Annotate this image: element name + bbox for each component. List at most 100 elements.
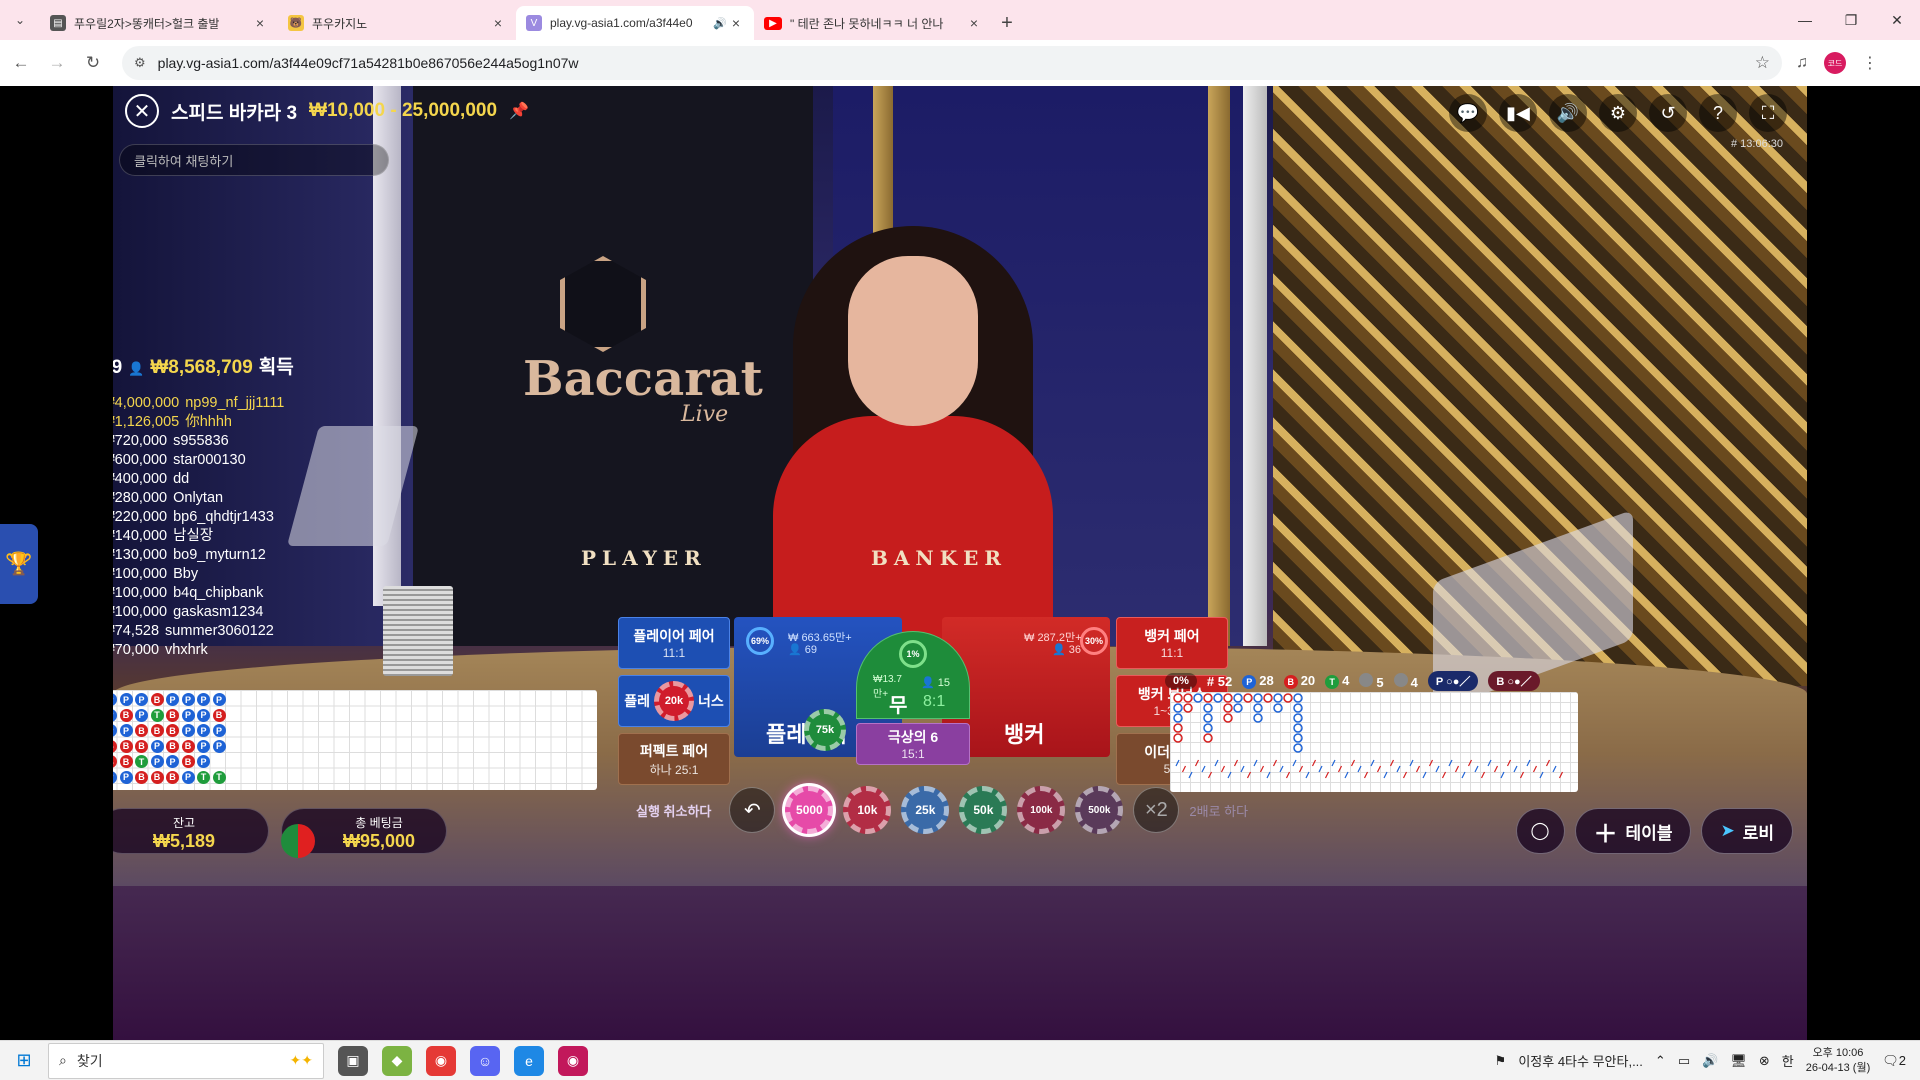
tab-close-icon[interactable]: × xyxy=(252,15,268,31)
chip-500k[interactable]: 500k xyxy=(1075,786,1124,834)
settings-gear-icon[interactable]: ⚙ xyxy=(1599,94,1637,132)
winner-row: ₩600,000 star000130 xyxy=(113,451,361,470)
big-road-mark xyxy=(1263,693,1273,703)
chat-icon[interactable]: 💬 xyxy=(1449,94,1487,132)
derived-road-mark xyxy=(1285,771,1291,779)
winner-row: ₩70,000 vhxhrk xyxy=(113,641,361,660)
game-header: ✕ 스피드 바카라 3 ₩10,000 - 25,000,000 📌 xyxy=(125,94,529,128)
media-control-icon[interactable]: ♫ xyxy=(1796,54,1808,72)
derived-road-mark xyxy=(1181,765,1187,773)
close-game-button[interactable]: ✕ xyxy=(125,94,159,128)
video-icon[interactable]: ▮◀ xyxy=(1499,94,1537,132)
game-viewport: Baccarat Live PLAYER BANKER ✕ 스피드 바카라 3 … xyxy=(113,86,1807,1040)
tab-title: 푸우카지노 xyxy=(312,16,368,31)
derived-road-mark xyxy=(1188,771,1193,779)
big-road-mark xyxy=(1253,703,1263,713)
tables-button[interactable]: ＋ 테이블 xyxy=(1574,808,1692,854)
sound-icon[interactable]: 🔊 xyxy=(1549,94,1587,132)
minimize-icon[interactable]: — xyxy=(1782,0,1828,40)
derived-road-mark xyxy=(1376,765,1382,773)
winner-row: ₩130,000 bo9_myturn12 xyxy=(113,546,361,565)
fullscreen-icon[interactable]: ⛶ xyxy=(1749,94,1787,132)
discord-icon[interactable]: ☺ xyxy=(470,1045,500,1076)
big-road-mark xyxy=(1223,703,1233,713)
bead: B xyxy=(135,770,148,784)
forward-arrow-icon[interactable]: → xyxy=(42,48,72,78)
chip-5000[interactable]: 5000 xyxy=(785,786,834,834)
tab-close-icon[interactable]: × xyxy=(490,15,506,31)
bead: P xyxy=(119,724,133,737)
winners-total: ₩8,568,709 xyxy=(150,357,253,378)
winner-name: summer3060122 xyxy=(165,623,274,639)
chip-100k[interactable]: 100k xyxy=(1017,786,1066,834)
banker-predict-button[interactable]: B ○●／ xyxy=(1488,671,1540,691)
lobby-button[interactable]: ➤ 로비 xyxy=(1701,808,1793,854)
ime-indicator[interactable]: 한 xyxy=(1782,1051,1794,1070)
big-road[interactable] xyxy=(1170,692,1578,792)
derived-road-mark xyxy=(1279,765,1284,773)
big-road-mark xyxy=(1203,703,1213,713)
site-info-icon[interactable]: ⚙ xyxy=(134,55,146,71)
banker-pair-bet[interactable]: 뱅커 페어 11:1 xyxy=(1116,617,1228,669)
tray-chevron-icon[interactable]: ⌃ xyxy=(1655,1053,1666,1069)
menu-kebab-icon[interactable]: ⋮ xyxy=(1862,53,1878,73)
bead-road[interactable]: PPPBPPPPPBPTBPPBPPBBBPPPBBBPBBPPBBTPPBPP… xyxy=(113,690,597,790)
clock[interactable]: 오후 10:06 26-04-13 (월) xyxy=(1806,1046,1871,1076)
winner-row: ₩720,000 s955836 xyxy=(113,432,361,451)
edge-icon[interactable]: e xyxy=(514,1045,544,1076)
network-icon[interactable]: 🖥 xyxy=(1730,1053,1747,1069)
tab-3-active[interactable]: V play.vg-asia1.com/a3f44e0 🔊 × xyxy=(516,6,754,40)
news-ticker[interactable]: 이정후 4타수 무안타,... xyxy=(1518,1051,1643,1070)
player-predict-button[interactable]: P ○●／ xyxy=(1427,671,1479,691)
stats-pct-badge: 0% xyxy=(1165,673,1197,689)
volume-icon[interactable]: 🔊 xyxy=(1702,1053,1718,1069)
derived-road-mark xyxy=(1487,759,1492,767)
tab-close-icon[interactable]: × xyxy=(728,15,744,31)
task-view-icon[interactable]: ▣ xyxy=(338,1045,368,1076)
tab-2[interactable]: 🐻 푸우카지노 × xyxy=(278,6,516,40)
back-arrow-icon[interactable]: ← xyxy=(6,48,36,78)
chrome-icon[interactable]: ◉ xyxy=(426,1045,456,1076)
tab-1[interactable]: ▤ 푸우릴2자>똥캐터>헐크 출발 × xyxy=(40,6,278,40)
tab-audio-icon[interactable]: 🔊 xyxy=(712,17,728,30)
bookmark-star-icon[interactable]: ☆ xyxy=(1755,53,1770,73)
taskbar-search[interactable]: ⌕ 찾기 ✦✦ xyxy=(48,1042,324,1079)
player-pair-bet[interactable]: 플레이어 페어 11:1 xyxy=(618,617,730,669)
chat-bubble-button[interactable]: ◯ xyxy=(1515,808,1565,854)
trophy-side-badge[interactable]: 🏆 xyxy=(0,524,38,604)
person-icon: 👤 xyxy=(128,361,145,376)
notification-icon[interactable]: 🗨2 xyxy=(1882,1053,1906,1069)
chat-input[interactable]: 클릭하여 채팅하기 xyxy=(119,144,389,176)
winner-name: 你hhhh xyxy=(185,414,232,430)
chrome-profile-icon[interactable]: ◉ xyxy=(558,1045,588,1076)
help-icon[interactable]: ? xyxy=(1699,94,1737,132)
reload-icon[interactable]: ↻ xyxy=(78,48,108,78)
derived-road-mark xyxy=(1344,771,1349,779)
toolbar-right: ♫ 코드 ⋮ xyxy=(1796,52,1878,74)
tab-4[interactable]: ▶ " 테란 존나 못하네ㅋㅋ 너 안나 × xyxy=(754,6,992,40)
double-button[interactable]: ×2 xyxy=(1133,787,1180,833)
windows-start-icon[interactable]: ⊞ xyxy=(0,1050,48,1071)
chip-10k[interactable]: 10k xyxy=(843,786,892,834)
winner-row: ₩4,000,000 np99_nf_jjj1111 xyxy=(113,394,361,413)
history-icon[interactable]: ↺ xyxy=(1649,94,1687,132)
chip-25k[interactable]: 25k xyxy=(901,786,950,834)
derived-road-mark xyxy=(1396,765,1401,773)
big-road-mark xyxy=(1203,693,1213,703)
tab-search-chevron-icon[interactable]: ⌄ xyxy=(0,0,40,40)
super6-bet[interactable]: 극상의 6 15:1 xyxy=(856,723,970,765)
maps-app-icon[interactable]: ◆ xyxy=(382,1045,412,1076)
restore-icon[interactable]: ❐ xyxy=(1828,0,1874,40)
taskbar-apps: ▣ ◆ ◉ ☺ e ◉ xyxy=(338,1045,588,1076)
pin-icon[interactable]: 📌 xyxy=(509,101,529,121)
close-window-icon[interactable]: ✕ xyxy=(1874,0,1920,40)
bead: P xyxy=(197,693,210,706)
profile-avatar[interactable]: 코드 xyxy=(1824,52,1846,74)
player-bonus-bet[interactable]: 플레 20k 너스 xyxy=(618,675,730,727)
tab-close-icon[interactable]: × xyxy=(966,15,982,31)
perfect-pair-bet[interactable]: 퍼펙트 페어 하나 25:1 xyxy=(618,733,730,785)
undo-arrow-icon[interactable]: ↶ xyxy=(729,787,776,833)
new-tab-button[interactable]: + xyxy=(992,6,1022,40)
url-field[interactable]: ⚙ play.vg-asia1.com/a3f44e09cf71a54281b0… xyxy=(122,46,1782,80)
chip-50k[interactable]: 50k xyxy=(959,786,1008,834)
